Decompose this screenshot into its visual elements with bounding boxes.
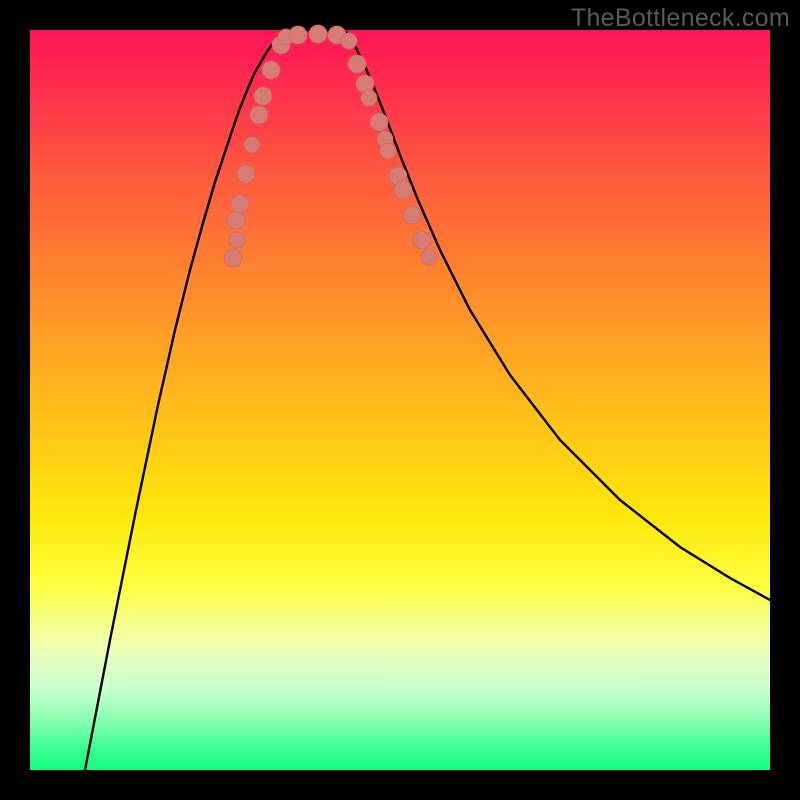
data-point xyxy=(231,195,249,213)
watermark-text: TheBottleneck.com xyxy=(571,4,790,33)
outer-frame: TheBottleneck.com xyxy=(0,0,800,800)
data-point xyxy=(244,137,260,153)
data-point xyxy=(289,26,307,44)
data-point xyxy=(394,181,412,199)
data-point xyxy=(370,113,388,131)
data-point xyxy=(348,55,366,73)
data-point xyxy=(413,231,431,249)
data-point xyxy=(224,249,242,267)
data-point xyxy=(421,249,437,265)
data-point xyxy=(403,206,421,224)
data-point xyxy=(341,33,357,49)
bottleneck-curve xyxy=(85,30,770,770)
data-point-markers xyxy=(224,25,437,267)
data-point xyxy=(227,211,245,229)
data-point xyxy=(361,90,377,106)
chart-overlay xyxy=(30,30,770,770)
data-point xyxy=(380,143,396,159)
data-point xyxy=(229,232,245,248)
data-point xyxy=(237,165,255,183)
data-point xyxy=(254,87,272,105)
data-point xyxy=(250,106,268,124)
data-point xyxy=(309,25,327,43)
data-point xyxy=(262,61,280,79)
